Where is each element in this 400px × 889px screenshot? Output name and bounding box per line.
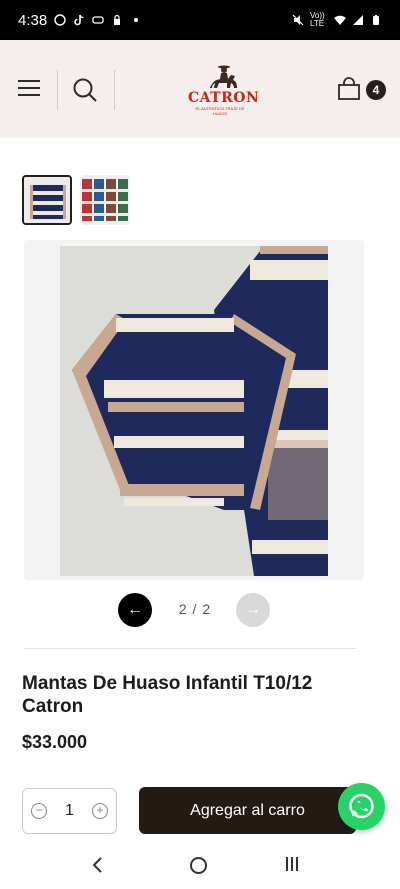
gamepad-icon bbox=[92, 16, 104, 24]
lock-icon bbox=[114, 14, 121, 25]
thumbnail-image-navy bbox=[24, 177, 70, 223]
status-bar: 4:38 Vo)) LTE bbox=[0, 0, 400, 40]
product-price: $33.000 bbox=[22, 732, 88, 752]
product-photo bbox=[24, 240, 364, 580]
mute-icon bbox=[292, 14, 304, 26]
status-time: 4:38 bbox=[18, 11, 48, 29]
menu-icon[interactable] bbox=[18, 80, 40, 98]
brand-name: CATRON bbox=[188, 90, 260, 106]
header-divider bbox=[114, 70, 115, 110]
back-icon[interactable] bbox=[90, 855, 104, 875]
site-header: CATRON EL AUTENTICO TRAJE DE HUASO 4 bbox=[0, 40, 400, 138]
cart-count-badge[interactable]: 4 bbox=[366, 80, 386, 100]
tiktok-icon bbox=[74, 14, 84, 26]
decrease-quantity-button[interactable]: − bbox=[31, 803, 47, 819]
cart-icon[interactable] bbox=[337, 77, 361, 101]
previous-image-button[interactable]: ← bbox=[118, 593, 152, 627]
image-pager: 2 / 2 bbox=[178, 601, 212, 617]
product-title: Mantas De Huaso Infantil T10/12 Catron bbox=[22, 673, 313, 717]
dot-icon bbox=[134, 18, 139, 22]
system-navigation-bar bbox=[0, 845, 400, 889]
battery-icon bbox=[373, 15, 379, 25]
search-icon[interactable] bbox=[72, 77, 98, 103]
quantity-stepper: − 1 + bbox=[22, 788, 117, 834]
brand-tagline: EL AUTENTICO TRAJE DE HUASO bbox=[195, 106, 245, 116]
whatsapp-icon bbox=[349, 793, 374, 819]
section-divider bbox=[24, 648, 356, 649]
quantity-value[interactable]: 1 bbox=[65, 802, 74, 820]
gallery-thumbnail[interactable] bbox=[22, 175, 72, 225]
signal-icon bbox=[353, 15, 363, 25]
add-to-cart-button[interactable]: Agregar al carro bbox=[139, 787, 356, 834]
network-label: Vo)) LTE bbox=[310, 11, 325, 28]
next-image-button[interactable]: → bbox=[236, 593, 270, 627]
recents-icon[interactable] bbox=[286, 857, 302, 873]
product-main-image[interactable] bbox=[24, 240, 364, 580]
whatsapp-button[interactable] bbox=[338, 783, 385, 830]
header-divider bbox=[57, 70, 58, 110]
thumbnail-image-multicolor bbox=[80, 175, 130, 225]
increase-quantity-button[interactable]: + bbox=[92, 803, 108, 819]
horse-rider-icon bbox=[210, 65, 237, 88]
gallery-thumbnail[interactable] bbox=[80, 175, 130, 225]
wifi-icon bbox=[334, 15, 346, 25]
whatsapp-icon bbox=[54, 14, 66, 26]
brand-logo[interactable]: CATRON EL AUTENTICO TRAJE DE HUASO bbox=[188, 64, 260, 116]
home-icon[interactable] bbox=[190, 857, 207, 874]
